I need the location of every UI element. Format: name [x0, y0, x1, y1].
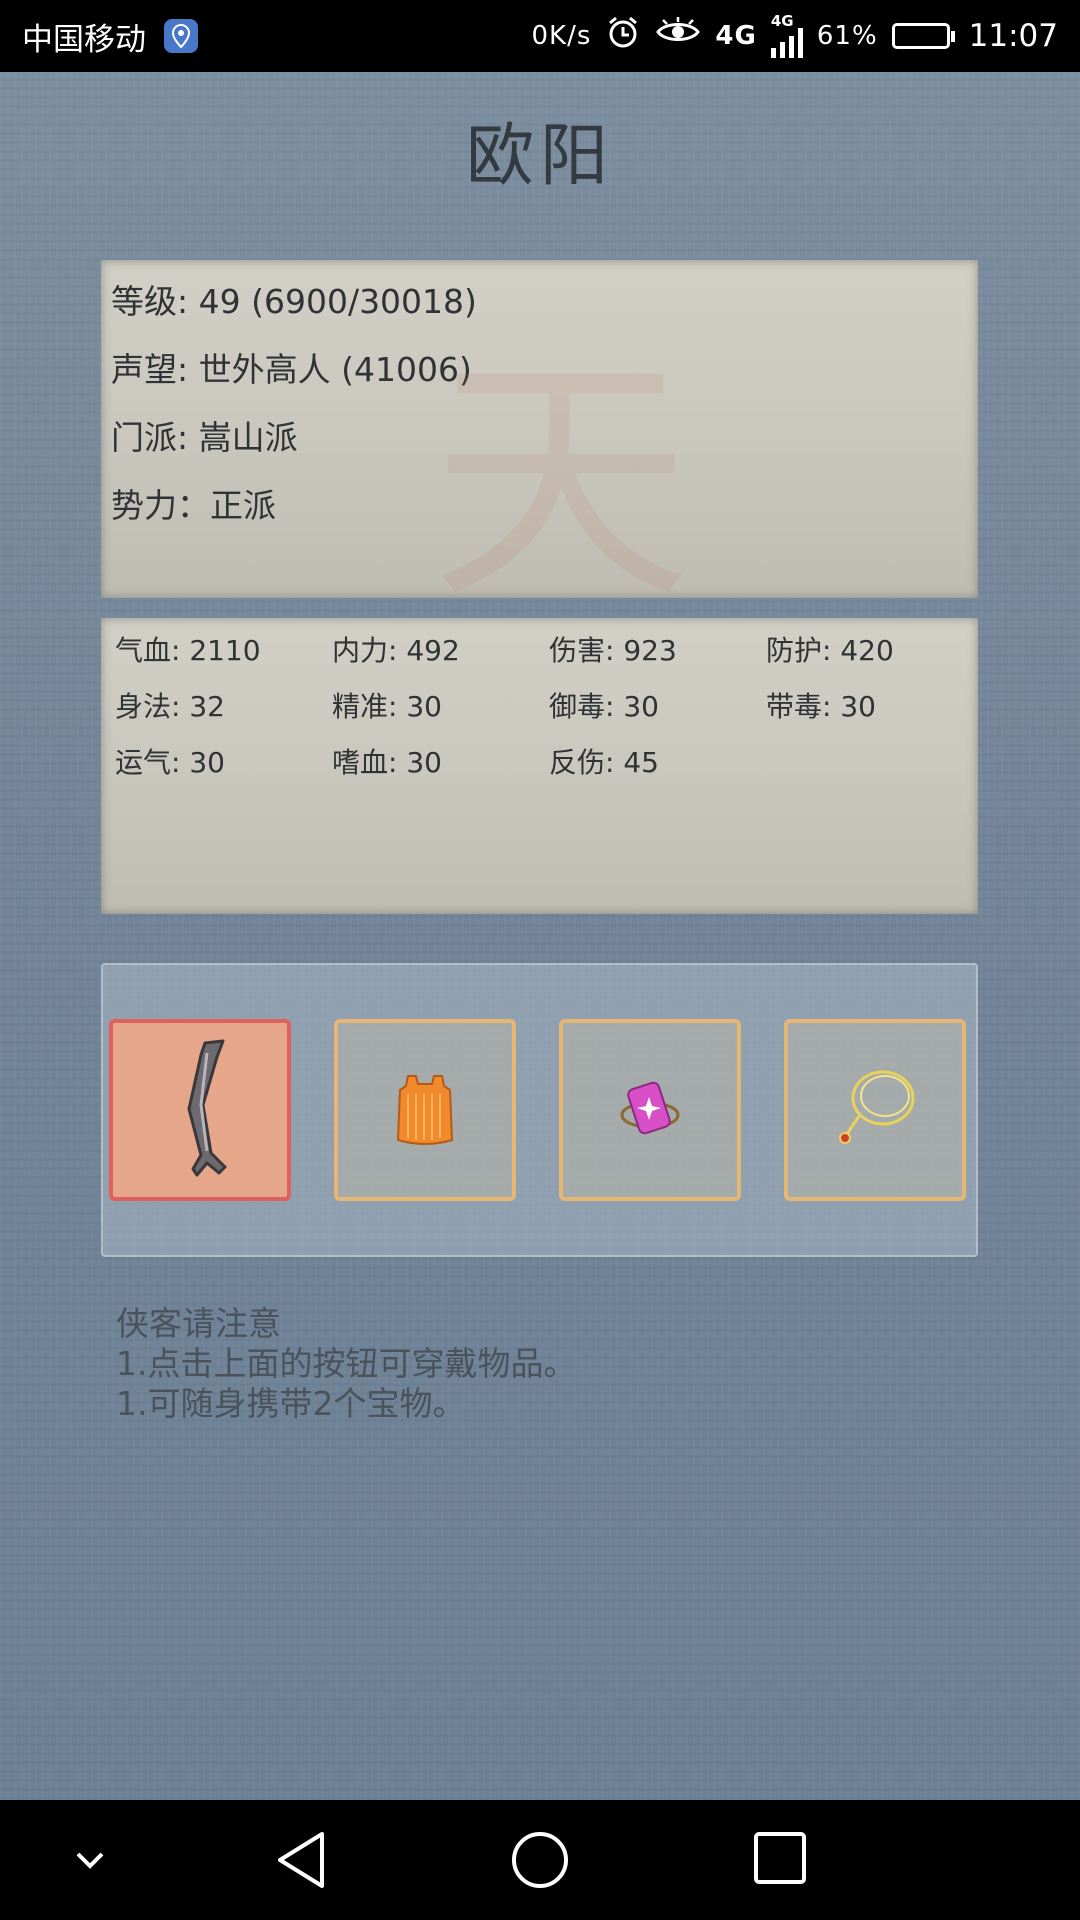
- net-speed: 0K/s: [531, 21, 592, 51]
- stat-poison: 带毒: 30: [766, 690, 876, 723]
- faction-row: 势力：正派: [111, 486, 276, 525]
- character-info-panel: 天 等级: 49 (6900/30018) 声望: 世外高人 (41006) 门…: [101, 260, 978, 634]
- system-nav-bar: [0, 1800, 1080, 1920]
- armor-icon: [396, 1075, 454, 1145]
- stat-defense: 防护: 420: [766, 634, 894, 667]
- stat-reflect: 反伤: 45: [549, 746, 659, 779]
- battery-percent: 61%: [816, 21, 878, 51]
- location-icon: [164, 19, 198, 53]
- home-circle-icon[interactable]: [510, 1830, 570, 1894]
- sword-icon: [187, 1039, 227, 1177]
- back-chevron-icon[interactable]: [70, 1846, 110, 1878]
- carrier-name: 中国移动: [22, 21, 146, 58]
- stat-lifesteal: 嗜血: 30: [332, 746, 442, 779]
- recents-square-icon[interactable]: [752, 1830, 808, 1890]
- status-bar: 中国移动 0K/s 4G 4G 61% 11:07: [0, 0, 1080, 72]
- notice-title: 侠客请注意: [116, 1304, 281, 1343]
- notice-line-1: 1.点击上面的按钮可穿戴物品。: [116, 1344, 577, 1383]
- stat-inner-power: 内力: 492: [332, 634, 460, 667]
- notice-line-2: 1.可随身携带2个宝物。: [116, 1384, 466, 1423]
- stat-hp: 气血: 2110: [115, 634, 261, 667]
- alarm-icon: [605, 14, 641, 58]
- equipment-panel: [101, 963, 978, 1257]
- notice-text: 侠客请注意 1.点击上面的按钮可穿戴物品。 1.可随身携带2个宝物。: [116, 1304, 577, 1424]
- clock: 11:07: [968, 18, 1058, 54]
- necklace-icon: [839, 1070, 915, 1144]
- battery-icon: [891, 23, 955, 49]
- ink-brush-watermark: 天: [431, 332, 691, 634]
- character-name: 欧阳: [465, 117, 614, 196]
- equip-slot-treasure-2[interactable]: [784, 1019, 966, 1201]
- sect-row: 门派: 嵩山派: [111, 418, 298, 457]
- stat-luck: 运气: 30: [115, 746, 225, 779]
- signal-icon: 4G: [770, 12, 803, 58]
- game-screen: 欧阳 天 等级: 49 (6900/30018) 声望: 世外高人 (41006…: [0, 72, 1080, 1898]
- stat-accuracy: 精准: 30: [332, 690, 442, 723]
- stat-poison-resist: 御毒: 30: [549, 690, 659, 723]
- back-triangle-icon[interactable]: [274, 1830, 326, 1894]
- equip-slot-treasure-1[interactable]: [559, 1019, 741, 1201]
- network-type-2: 4G: [770, 12, 794, 30]
- stat-agility: 身法: 32: [115, 690, 225, 723]
- eye-icon: [655, 16, 701, 56]
- level-row: 等级: 49 (6900/30018): [111, 282, 477, 321]
- jade-token-icon: [620, 1081, 680, 1135]
- equip-slot-weapon[interactable]: [109, 1019, 291, 1201]
- reputation-row: 声望: 世外高人 (41006): [111, 350, 472, 389]
- network-type-1: 4G: [715, 21, 757, 51]
- equip-slot-armor[interactable]: [334, 1019, 516, 1201]
- attribute-stats-panel: 气血: 2110 内力: 492 伤害: 923 防护: 420 身法: 32 …: [101, 618, 978, 914]
- stat-damage: 伤害: 923: [549, 634, 677, 667]
